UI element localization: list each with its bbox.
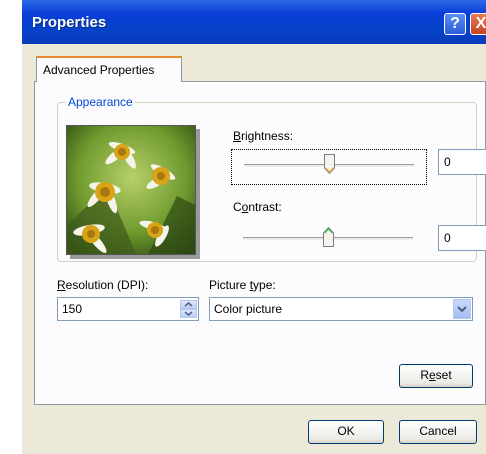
tab-advanced-properties[interactable]: Advanced Properties xyxy=(36,56,182,82)
ok-button[interactable]: OK xyxy=(308,420,384,444)
contrast-input[interactable]: 0 xyxy=(438,225,486,251)
brightness-slider[interactable] xyxy=(231,149,427,185)
resolution-value: 150 xyxy=(62,302,83,316)
close-button[interactable]: X xyxy=(470,13,486,35)
brightness-label: Brightness: xyxy=(233,129,294,143)
preview-image xyxy=(66,125,196,255)
cancel-button[interactable]: Cancel xyxy=(399,420,477,444)
window-title: Properties xyxy=(32,14,107,31)
appearance-label: Appearance xyxy=(66,95,135,109)
picture-type-select[interactable]: Color picture xyxy=(209,297,473,321)
properties-dialog: Properties ? X Advanced Properties Appea… xyxy=(22,0,486,454)
chevron-up-icon xyxy=(184,302,193,307)
contrast-label: Contrast: xyxy=(233,200,282,214)
title-bar[interactable]: Properties ? X xyxy=(22,0,486,44)
dropdown-button[interactable] xyxy=(453,299,471,319)
flower-photo xyxy=(67,126,195,254)
contrast-thumb[interactable] xyxy=(323,227,334,247)
tab-panel: Appearance Brightness: 0 Contrast: 0 Res… xyxy=(34,81,486,405)
picture-type-label: Picture type: xyxy=(209,278,276,292)
chevron-down-icon xyxy=(457,306,467,313)
spin-down-button[interactable] xyxy=(180,309,197,318)
picture-type-value: Color picture xyxy=(214,302,283,316)
appearance-group: Appearance Brightness: 0 Contrast: 0 xyxy=(57,95,486,262)
chevron-down-icon xyxy=(184,311,193,316)
tab-label: Advanced Properties xyxy=(43,63,155,77)
brightness-thumb[interactable] xyxy=(324,154,335,174)
resolution-label: Resolution (DPI): xyxy=(57,278,149,292)
contrast-slider[interactable] xyxy=(231,223,427,259)
help-button[interactable]: ? xyxy=(444,13,466,35)
reset-button[interactable]: Reset xyxy=(399,364,473,388)
spin-up-button[interactable] xyxy=(180,300,197,309)
brightness-input[interactable]: 0 xyxy=(438,149,486,175)
resolution-spinner[interactable] xyxy=(180,300,197,318)
resolution-input[interactable]: 150 xyxy=(57,297,199,321)
